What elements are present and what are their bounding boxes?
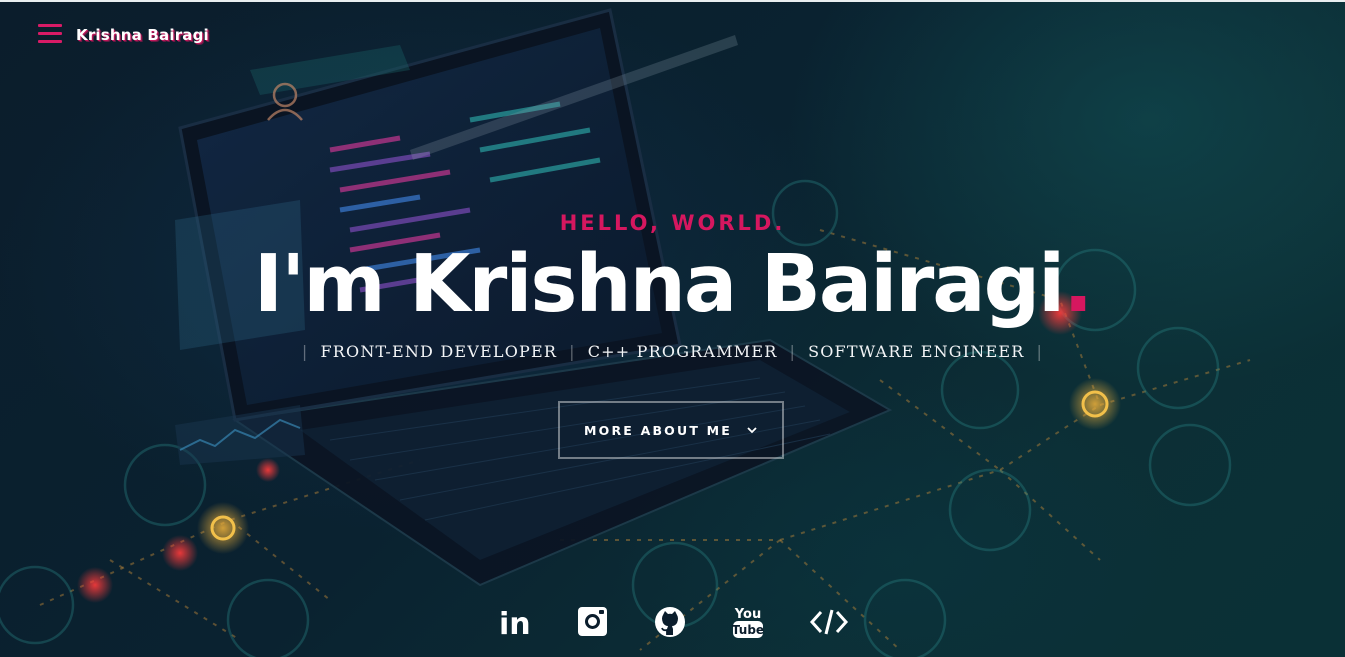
headline-initial: I <box>253 238 283 330</box>
role-separator: | <box>1036 342 1044 361</box>
svg-text:in: in <box>499 607 531 640</box>
intro-greeting: HELLO, WORLD. <box>559 211 786 235</box>
role-item: SOFTWARE ENGINEER <box>808 342 1025 361</box>
code-link[interactable] <box>809 602 849 640</box>
svg-text:Tube: Tube <box>732 623 764 637</box>
linkedin-icon: in <box>499 607 531 640</box>
menu-bar <box>38 24 62 27</box>
role-separator: | <box>789 342 797 361</box>
social-links: in You Tube <box>0 602 1345 644</box>
role-item: C++ PROGRAMMER <box>587 342 778 361</box>
intro-roles: | FRONT-END DEVELOPER | C++ PROGRAMMER | SOFT… <box>0 342 1345 361</box>
intro-headline: I'm Krishna Bairagi. <box>0 236 1345 332</box>
chevron-down-icon <box>747 427 757 434</box>
role-separator: | <box>569 342 576 361</box>
instagram-link[interactable] <box>575 602 611 640</box>
github-icon <box>655 607 685 637</box>
menu-bar <box>38 40 62 43</box>
top-border-line <box>0 0 1345 2</box>
headline-text: 'm Krishna Bairagi <box>281 238 1065 330</box>
role-separator: | <box>301 342 309 361</box>
code-icon <box>809 609 849 635</box>
instagram-icon <box>578 607 607 636</box>
linkedin-link[interactable]: in <box>497 602 533 640</box>
more-about-me-button[interactable]: MORE ABOUT ME <box>558 401 784 459</box>
headline-accent-dot: . <box>1063 238 1093 330</box>
menu-bar <box>38 32 62 35</box>
role-item: FRONT-END DEVELOPER <box>320 342 558 361</box>
svg-text:You: You <box>734 607 761 622</box>
github-link[interactable] <box>652 602 688 640</box>
site-logo-link[interactable]: Krishna Bairagi <box>76 26 209 44</box>
more-about-me-label: MORE ABOUT ME <box>583 422 732 438</box>
menu-toggle-button[interactable] <box>38 24 62 44</box>
youtube-icon: You Tube <box>732 607 764 638</box>
hero-section: Krishna Bairagi HELLO, WORLD. I'm Krishn… <box>0 0 1345 657</box>
youtube-link[interactable]: You Tube <box>730 602 766 640</box>
